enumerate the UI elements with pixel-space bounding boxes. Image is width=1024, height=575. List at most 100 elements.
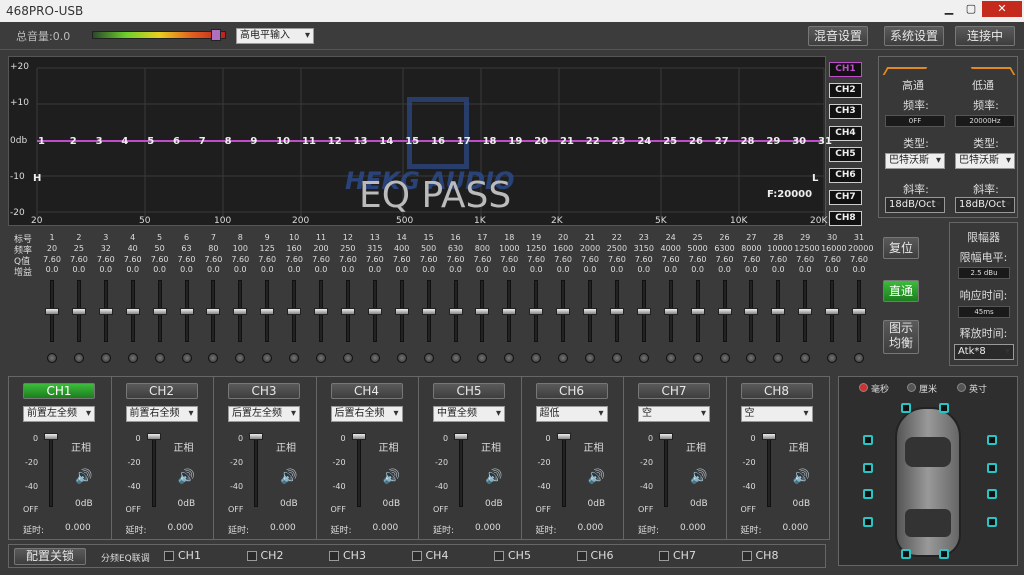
- speaker-position-icon[interactable]: [987, 435, 997, 445]
- graphic-eq-button[interactable]: 图示 均衡: [883, 320, 919, 354]
- eq-band-q[interactable]: 7.60: [391, 255, 413, 264]
- speaker-position-icon[interactable]: [987, 517, 997, 527]
- eq-band-gain[interactable]: 0.0: [821, 265, 843, 274]
- channel-position-select[interactable]: 前置右全频: [125, 406, 198, 422]
- eq-band-freq[interactable]: 800: [471, 244, 493, 253]
- eq-band-q[interactable]: 7.60: [176, 255, 198, 264]
- eq-band-gain[interactable]: 0.0: [552, 265, 574, 274]
- eq-band-freq[interactable]: 2000: [579, 244, 601, 253]
- speaker-position-icon[interactable]: [939, 403, 949, 413]
- eq-band-gain[interactable]: 0.0: [794, 265, 816, 274]
- eq-band-knob[interactable]: [235, 353, 246, 363]
- eq-band-slider-knob[interactable]: [45, 308, 59, 315]
- system-settings-button[interactable]: 系统设置: [884, 26, 944, 46]
- eq-band-slider-knob[interactable]: [636, 308, 651, 315]
- link-checkbox[interactable]: [164, 551, 174, 561]
- eq-band-slider-knob[interactable]: [852, 308, 866, 315]
- eq-band-freq[interactable]: 63: [176, 244, 198, 253]
- eq-band-slider-knob[interactable]: [502, 308, 517, 315]
- graph-ch-select[interactable]: CH7: [829, 190, 862, 205]
- eq-band-knob[interactable]: [289, 353, 300, 363]
- channel-delay-value[interactable]: 0.000: [475, 523, 501, 533]
- eq-band-slider-knob[interactable]: [744, 308, 759, 315]
- eq-band-gain[interactable]: 0.0: [202, 265, 224, 274]
- eq-band-knob[interactable]: [719, 353, 730, 363]
- eq-band-slider-knob[interactable]: [663, 308, 678, 315]
- eq-band-freq[interactable]: 25: [68, 244, 90, 253]
- eq-band-slider-knob[interactable]: [314, 308, 328, 315]
- speaker-position-icon[interactable]: [863, 463, 873, 473]
- channel-select-button[interactable]: CH6: [535, 383, 608, 399]
- eq-band-gain[interactable]: 0.0: [229, 265, 251, 274]
- eq-band-knob[interactable]: [746, 353, 757, 363]
- channel-gain-fader[interactable]: [356, 433, 361, 507]
- maximize-button[interactable]: ▢: [960, 1, 982, 17]
- eq-band-q[interactable]: 7.60: [445, 255, 467, 264]
- channel-select-button[interactable]: CH5: [433, 383, 505, 399]
- speaker-position-icon[interactable]: [939, 549, 949, 559]
- eq-band-slider-knob[interactable]: [798, 308, 813, 315]
- hp-type-select[interactable]: 巴特沃斯: [885, 153, 945, 169]
- eq-band-gain[interactable]: 0.0: [95, 265, 117, 274]
- eq-band-q[interactable]: 7.60: [633, 255, 655, 264]
- eq-band-knob[interactable]: [316, 353, 326, 363]
- eq-band-gain[interactable]: 0.0: [364, 265, 386, 274]
- speaker-position-icon[interactable]: [901, 549, 911, 559]
- eq-band-slider-knob[interactable]: [717, 308, 732, 315]
- eq-band-knob[interactable]: [423, 353, 434, 363]
- eq-band-q[interactable]: 7.60: [552, 255, 574, 264]
- eq-band-knob[interactable]: [504, 353, 515, 363]
- eq-band-freq[interactable]: 125: [256, 244, 278, 253]
- graph-ch-select[interactable]: CH4: [829, 126, 862, 141]
- master-volume-slider[interactable]: [92, 29, 226, 41]
- eq-band-q[interactable]: 7.60: [794, 255, 816, 264]
- limiter-attack-value[interactable]: 45ms: [958, 306, 1010, 318]
- eq-band-gain[interactable]: 0.0: [337, 265, 359, 274]
- lp-freq-value[interactable]: 20000Hz: [955, 115, 1015, 127]
- eq-band-slider-knob[interactable]: [448, 308, 463, 315]
- eq-band-q[interactable]: 7.60: [68, 255, 90, 264]
- eq-band-freq[interactable]: 3150: [633, 244, 655, 253]
- speaker-position-icon[interactable]: [901, 403, 911, 413]
- channel-phase-label[interactable]: 正相: [584, 439, 604, 454]
- eq-band-slider-knob[interactable]: [260, 308, 275, 315]
- eq-band-freq[interactable]: 250: [337, 244, 359, 253]
- eq-band-knob[interactable]: [262, 353, 273, 363]
- eq-band-freq[interactable]: 315: [364, 244, 386, 253]
- eq-band-knob[interactable]: [800, 353, 811, 363]
- channel-phase-label[interactable]: 正相: [379, 439, 399, 454]
- channel-position-select[interactable]: 空: [740, 406, 813, 422]
- channel-phase-label[interactable]: 正相: [686, 439, 706, 454]
- eq-band-slider-knob[interactable]: [556, 308, 571, 315]
- link-checkbox[interactable]: [411, 551, 422, 561]
- channel-gain-fader[interactable]: [766, 433, 771, 507]
- graph-ch-select[interactable]: CH3: [829, 104, 862, 119]
- eq-band-gain[interactable]: 0.0: [740, 265, 762, 274]
- eq-band-knob[interactable]: [450, 353, 461, 363]
- eq-band-slider-knob[interactable]: [825, 308, 840, 315]
- eq-band-slider-knob[interactable]: [98, 308, 113, 315]
- channel-delay-value[interactable]: 0.000: [783, 523, 809, 533]
- eq-band-knob[interactable]: [477, 353, 488, 363]
- eq-band-freq[interactable]: 5000: [687, 244, 709, 253]
- channel-gain-fader-knob[interactable]: [44, 433, 58, 440]
- channel-gain-fader[interactable]: [151, 433, 156, 507]
- eq-band-knob[interactable]: [585, 353, 595, 363]
- eq-band-gain[interactable]: 0.0: [176, 265, 198, 274]
- eq-band-knob[interactable]: [154, 353, 165, 363]
- graph-ch-select[interactable]: CH8: [829, 211, 862, 226]
- eq-band-freq[interactable]: 6300: [714, 244, 736, 253]
- graph-ch-select[interactable]: CH5: [829, 147, 862, 162]
- speaker-mute-icon[interactable]: 🔊: [588, 469, 605, 485]
- eq-band-freq[interactable]: 400: [391, 244, 413, 253]
- eq-band-q[interactable]: 7.60: [256, 255, 278, 264]
- link-checkbox[interactable]: [494, 551, 504, 561]
- eq-band-freq[interactable]: 4000: [660, 244, 682, 253]
- eq-band-freq[interactable]: 2500: [606, 244, 628, 253]
- eq-band-q[interactable]: 7.60: [364, 255, 386, 264]
- eq-band-freq[interactable]: 32: [95, 244, 117, 253]
- eq-band-slider-knob[interactable]: [690, 308, 705, 315]
- eq-band-knob[interactable]: [854, 353, 864, 363]
- eq-band-q[interactable]: 7.60: [767, 255, 789, 264]
- speaker-position-icon[interactable]: [863, 517, 873, 527]
